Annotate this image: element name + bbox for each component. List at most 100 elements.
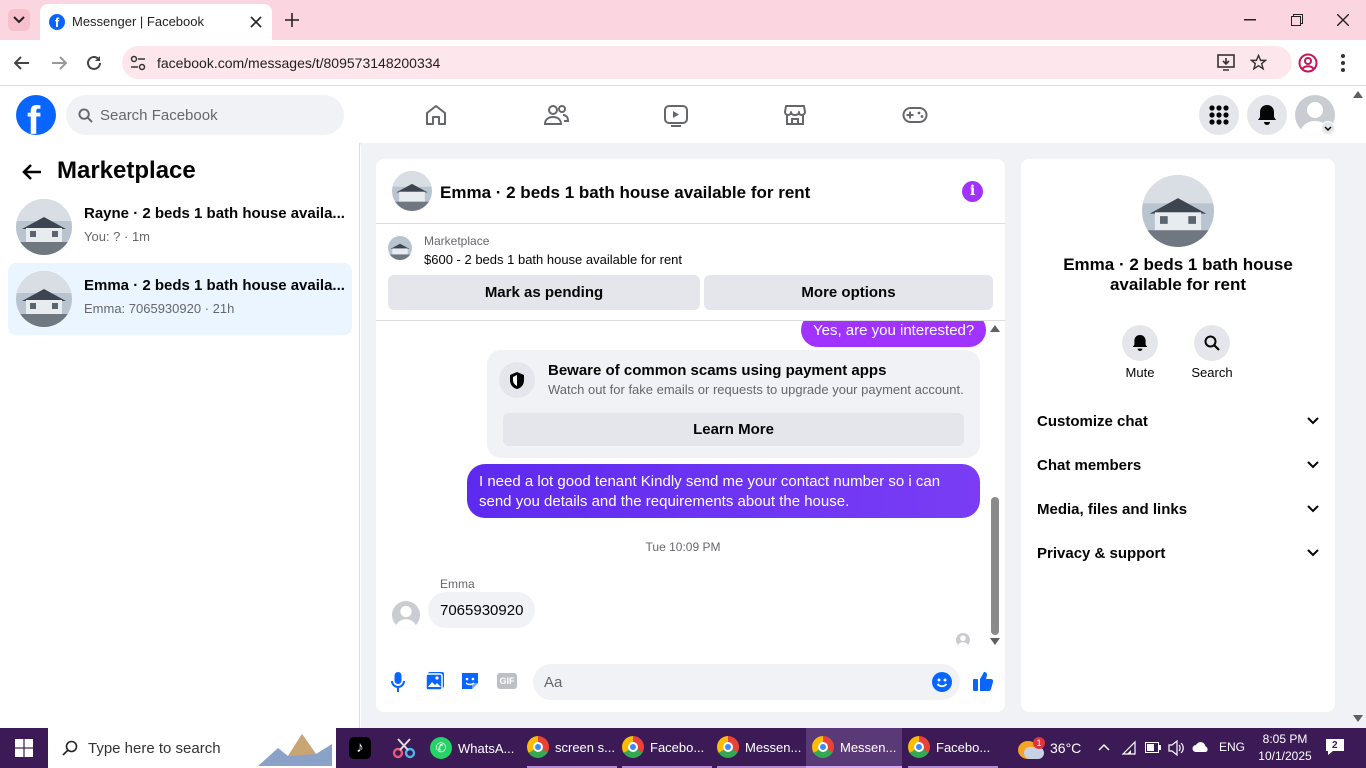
facebook-logo-icon[interactable]: f [16,95,56,135]
chat-avatar[interactable] [392,171,432,211]
chevron-up-icon[interactable] [1098,743,1110,751]
video-icon [664,105,688,127]
home-icon [426,105,446,125]
customize-chat-section[interactable]: Customize chat [1037,399,1319,443]
weather-widget[interactable]: 1 36°C [1018,728,1108,768]
taskbar-whatsapp[interactable]: ✆ WhatsA... [430,728,520,768]
windows-logo-icon [15,739,33,757]
listing-thumbnail [16,199,72,255]
microphone-icon[interactable] [391,671,405,693]
clock-time: 8:05 PM [1262,732,1308,746]
start-button[interactable] [0,728,48,768]
mute-button[interactable] [1122,325,1158,361]
back-arrow-icon[interactable] [22,163,42,181]
restore-icon[interactable] [1291,14,1303,26]
close-tab-icon[interactable] [250,16,262,28]
message-timestamp: Tue 10:09 PM [645,540,721,554]
battery-icon[interactable] [1145,742,1161,753]
taskbar-search-box[interactable]: Type here to search [48,728,336,768]
taskbar-search-placeholder: Type here to search [88,739,221,757]
volume-icon[interactable] [1168,740,1185,756]
install-app-icon[interactable] [1217,54,1235,71]
facebook-search-box[interactable] [66,95,344,135]
media-files-links-section[interactable]: Media, files and links [1037,487,1319,531]
sticker-icon[interactable] [460,671,480,691]
message-input[interactable]: Aa [533,664,960,700]
browser-tab-active[interactable]: f Messenger | Facebook [40,4,272,40]
chrome-icon [812,736,834,758]
facebook-search-input[interactable] [100,95,330,135]
onedrive-cloud-icon[interactable] [1192,741,1210,753]
mark-pending-button[interactable]: Mark as pending [388,275,700,310]
wifi-icon[interactable] [1121,740,1137,756]
listing-thumbnail [16,271,72,327]
scroll-up-arrow-icon[interactable] [990,325,1000,332]
new-tab-icon[interactable] [285,13,299,27]
chevron-down-icon [1324,125,1332,131]
taskbar-tiktok[interactable]: ♪ [346,728,374,768]
photo-icon[interactable] [425,671,445,691]
taskbar-chrome-window-active[interactable]: Messen... [806,728,902,768]
tab-title: Messenger | Facebook [72,14,204,29]
reload-icon[interactable] [86,55,102,71]
taskbar-snipping-tool[interactable] [390,728,418,768]
profile-icon[interactable] [1298,53,1318,73]
scroll-down-arrow-icon[interactable] [990,638,1000,645]
profile-photo[interactable] [1142,175,1214,247]
gif-icon[interactable]: GIF [497,673,517,689]
minimize-icon[interactable] [1244,19,1256,21]
taskbar-chrome-window[interactable]: Facebo... [908,728,998,768]
facebook-top-bar: f [0,87,1366,143]
notifications-button[interactable] [1247,95,1287,135]
listing-mini-thumb [388,236,412,260]
scrollbar-thumb[interactable] [991,497,999,635]
tab-search-button[interactable] [8,9,30,31]
language-indicator[interactable]: ENG [1219,740,1245,754]
nav-friends[interactable] [500,87,612,143]
bookmark-star-icon[interactable] [1250,54,1267,71]
gaming-icon [902,107,928,123]
back-arrow-icon[interactable] [14,56,30,70]
taskbar-chrome-window[interactable]: screen s... [527,728,617,768]
whatsapp-icon: ✆ [430,737,452,759]
url-bar[interactable]: facebook.com/messages/t/809573148200334 [122,46,1292,79]
composer-bar: GIF Aa [376,654,1005,712]
notification-center[interactable]: 2 [1325,738,1345,756]
taskbar-chrome-window[interactable]: Messen... [717,728,807,768]
emoji-icon[interactable] [932,672,952,692]
more-options-button[interactable]: More options [704,275,993,310]
nav-marketplace[interactable] [739,87,851,143]
info-icon[interactable]: i [962,181,983,202]
sender-avatar[interactable] [392,601,420,629]
privacy-support-section[interactable]: Privacy & support [1037,531,1319,575]
forward-arrow-icon[interactable] [51,56,67,70]
learn-more-button[interactable]: Learn More [503,413,964,446]
page-scroll-up-icon[interactable] [1353,91,1363,98]
taskbar-clock[interactable]: 8:05 PM 10/1/2025 [1252,731,1318,765]
account-dropdown[interactable] [1321,121,1335,135]
browser-menu-icon[interactable] [1341,54,1345,72]
search-in-chat-button[interactable] [1194,325,1230,361]
chevron-down-icon [1307,417,1319,425]
facebook-favicon-icon: f [49,14,65,30]
tiktok-icon: ♪ [349,737,371,759]
chat-members-section[interactable]: Chat members [1037,443,1319,487]
menu-button[interactable] [1199,95,1239,135]
clock-date: 10/1/2025 [1258,749,1312,763]
site-info-icon[interactable] [130,55,146,71]
nav-video[interactable] [620,87,732,143]
nav-gaming[interactable] [859,87,971,143]
close-window-icon[interactable] [1337,14,1349,26]
chevron-down-icon [1307,505,1319,513]
chat-header: Emma · 2 beds 1 bath house available for… [376,159,1005,224]
shield-icon [499,362,535,398]
listing-title[interactable]: $600 - 2 beds 1 bath house available for… [424,252,682,267]
conversation-name: Rayne · 2 beds 1 bath house availa... [84,205,345,222]
taskbar-chrome-window[interactable]: Facebo... [622,728,712,768]
message-input-placeholder: Aa [544,674,563,691]
nav-home[interactable] [380,87,492,143]
thumbs-up-icon[interactable] [972,670,994,692]
conversation-item[interactable]: Rayne · 2 beds 1 bath house availa... Yo… [8,191,352,263]
conversation-item-selected[interactable]: Emma · 2 beds 1 bath house availa... Emm… [8,263,352,335]
page-scroll-down-icon[interactable] [1353,715,1363,722]
